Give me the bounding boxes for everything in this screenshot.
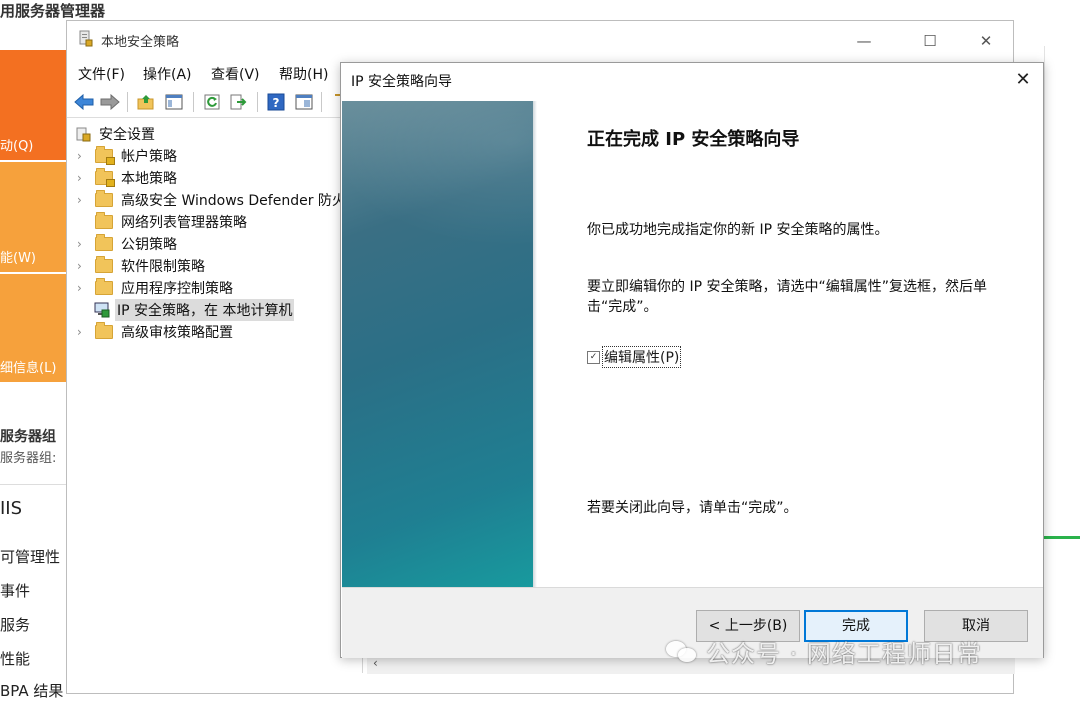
- tree-root-security-settings[interactable]: 安全设置: [67, 123, 362, 145]
- wizard-banner-image: [342, 101, 533, 587]
- tree-label: 高级安全 Windows Defender 防火: [121, 193, 346, 209]
- wizard-heading: 正在完成 IP 安全策略向导: [587, 129, 800, 150]
- banner-edge: [533, 101, 537, 587]
- tree-item-network-list-manager[interactable]: 网络列表管理器策略: [67, 211, 362, 233]
- close-icon[interactable]: ✕: [1009, 67, 1037, 93]
- panel-border: [1044, 46, 1045, 380]
- tree-label: 帐户策略: [121, 149, 177, 165]
- folder-icon: [95, 256, 113, 273]
- toolbar-separator: [127, 92, 128, 112]
- quick-start-tile[interactable]: 动(Q): [0, 50, 66, 160]
- details-tile[interactable]: 细信息(L): [0, 274, 66, 382]
- server-group-title: 服务器组: [0, 429, 56, 445]
- scroll-left-icon[interactable]: ‹: [373, 656, 378, 670]
- server-manager-title: 用服务器管理器: [0, 2, 106, 20]
- wizard-success-text: 你已成功地完成指定你的新 IP 安全策略的属性。: [587, 222, 889, 238]
- performance-item[interactable]: 性能: [0, 648, 30, 669]
- title-bar[interactable]: 本地安全策略 — ☐ ✕: [67, 21, 1013, 59]
- menu-action[interactable]: 操作(A): [143, 64, 192, 84]
- export-list-icon[interactable]: [227, 91, 249, 113]
- back-arrow-icon[interactable]: [73, 91, 95, 113]
- security-policy-app-icon: [77, 30, 95, 48]
- folder-icon: [95, 190, 113, 207]
- up-folder-icon[interactable]: [135, 91, 157, 113]
- tree-item-advanced-audit[interactable]: › 高级审核策略配置: [67, 321, 362, 343]
- wizard-title: IP 安全策略向导: [351, 74, 453, 90]
- tree-label: 本地策略: [121, 171, 177, 187]
- manageability-item[interactable]: 可管理性: [0, 546, 60, 567]
- chevron-right-icon[interactable]: ›: [77, 325, 87, 339]
- security-settings-icon: [75, 126, 91, 142]
- tree-label: 公钥策略: [121, 237, 177, 253]
- tree-item-public-key-policies[interactable]: › 公钥策略: [67, 233, 362, 255]
- toolbar-separator: [193, 92, 194, 112]
- quick-start-label: 动(Q): [0, 139, 34, 154]
- ip-security-policy-wizard: IP 安全策略向导 ✕ 正在完成 IP 安全策略向导 你已成功地完成指定你的新 …: [340, 62, 1044, 658]
- folder-lock-icon: [95, 168, 115, 187]
- chevron-right-icon[interactable]: ›: [77, 259, 87, 273]
- ip-security-icon: [93, 301, 111, 319]
- forward-arrow-icon[interactable]: [99, 91, 121, 113]
- features-label: 能(W): [0, 251, 36, 266]
- chevron-right-icon[interactable]: ›: [77, 193, 87, 207]
- folder-icon: [95, 212, 113, 229]
- toolbar-separator: [321, 92, 322, 112]
- tree-label: 安全设置: [99, 127, 155, 143]
- tree-item-defender-firewall[interactable]: › 高级安全 Windows Defender 防火: [67, 189, 362, 211]
- wechat-watermark: 公众号 · 网络工程师日常: [666, 634, 982, 669]
- tree-label: 高级审核策略配置: [121, 325, 233, 341]
- status-accent-line: [1040, 536, 1080, 539]
- features-tile[interactable]: 能(W): [0, 162, 66, 272]
- edit-properties-checkbox[interactable]: ✓ 编辑属性(P): [587, 346, 682, 368]
- menu-file[interactable]: 文件(F): [78, 64, 125, 84]
- details-label: 细信息(L): [0, 361, 57, 376]
- maximize-icon[interactable]: ☐: [907, 27, 953, 55]
- divider: [0, 484, 66, 485]
- menu-help[interactable]: 帮助(H): [279, 64, 328, 84]
- chevron-right-icon[interactable]: ›: [77, 237, 87, 251]
- wechat-icon: [666, 640, 696, 663]
- minimize-icon[interactable]: —: [841, 27, 887, 55]
- tree-item-app-control[interactable]: › 应用程序控制策略: [67, 277, 362, 299]
- iis-tile-title[interactable]: IIS: [0, 498, 22, 519]
- chevron-right-icon[interactable]: ›: [77, 171, 87, 185]
- tree-item-software-restriction[interactable]: › 软件限制策略: [67, 255, 362, 277]
- edit-properties-label[interactable]: 编辑属性(P): [602, 346, 682, 368]
- tree-item-local-policies[interactable]: › 本地策略: [67, 167, 362, 189]
- wizard-close-instructions: 若要关闭此向导，请单击“完成”。: [587, 500, 798, 516]
- toolbar-separator: [257, 92, 258, 112]
- svg-text:?: ?: [273, 96, 280, 110]
- tree-item-ip-security[interactable]: IP 安全策略，在 本地计算机: [67, 299, 362, 321]
- wizard-edit-instructions: 要立即编辑你的 IP 安全策略，请选中“编辑属性”复选框，然后单击“完成”。: [587, 279, 987, 315]
- folder-lock-icon: [95, 146, 115, 165]
- show-tree-icon[interactable]: [163, 91, 185, 113]
- properties-icon[interactable]: [293, 91, 315, 113]
- events-item[interactable]: 事件: [0, 580, 30, 601]
- close-icon[interactable]: ✕: [963, 27, 1009, 55]
- tree-label: 应用程序控制策略: [121, 281, 233, 297]
- console-tree: 安全设置 › 帐户策略 › 本地策略 › 高级安全 Windows Defend…: [67, 121, 363, 673]
- folder-icon: [95, 278, 113, 295]
- bpa-results-item[interactable]: BPA 结果: [0, 680, 63, 701]
- services-item[interactable]: 服务: [0, 614, 30, 635]
- window-title: 本地安全策略: [101, 35, 180, 50]
- folder-icon: [95, 234, 113, 251]
- folder-icon: [95, 322, 113, 339]
- checkbox-checked-icon[interactable]: ✓: [587, 350, 600, 364]
- refresh-icon[interactable]: [201, 91, 223, 113]
- chevron-right-icon[interactable]: ›: [77, 281, 87, 295]
- watermark-text: 公众号 · 网络工程师日常: [706, 640, 982, 668]
- tree-label: 网络列表管理器策略: [121, 215, 247, 231]
- chevron-right-icon[interactable]: ›: [77, 149, 87, 163]
- server-group-subtitle: 服务器组:: [0, 451, 57, 466]
- help-icon[interactable]: ?: [265, 91, 287, 113]
- tree-label: 软件限制策略: [121, 259, 205, 275]
- menu-view[interactable]: 查看(V): [211, 64, 260, 84]
- tree-item-account-policies[interactable]: › 帐户策略: [67, 145, 362, 167]
- tree-label: IP 安全策略，在 本地计算机: [115, 299, 295, 321]
